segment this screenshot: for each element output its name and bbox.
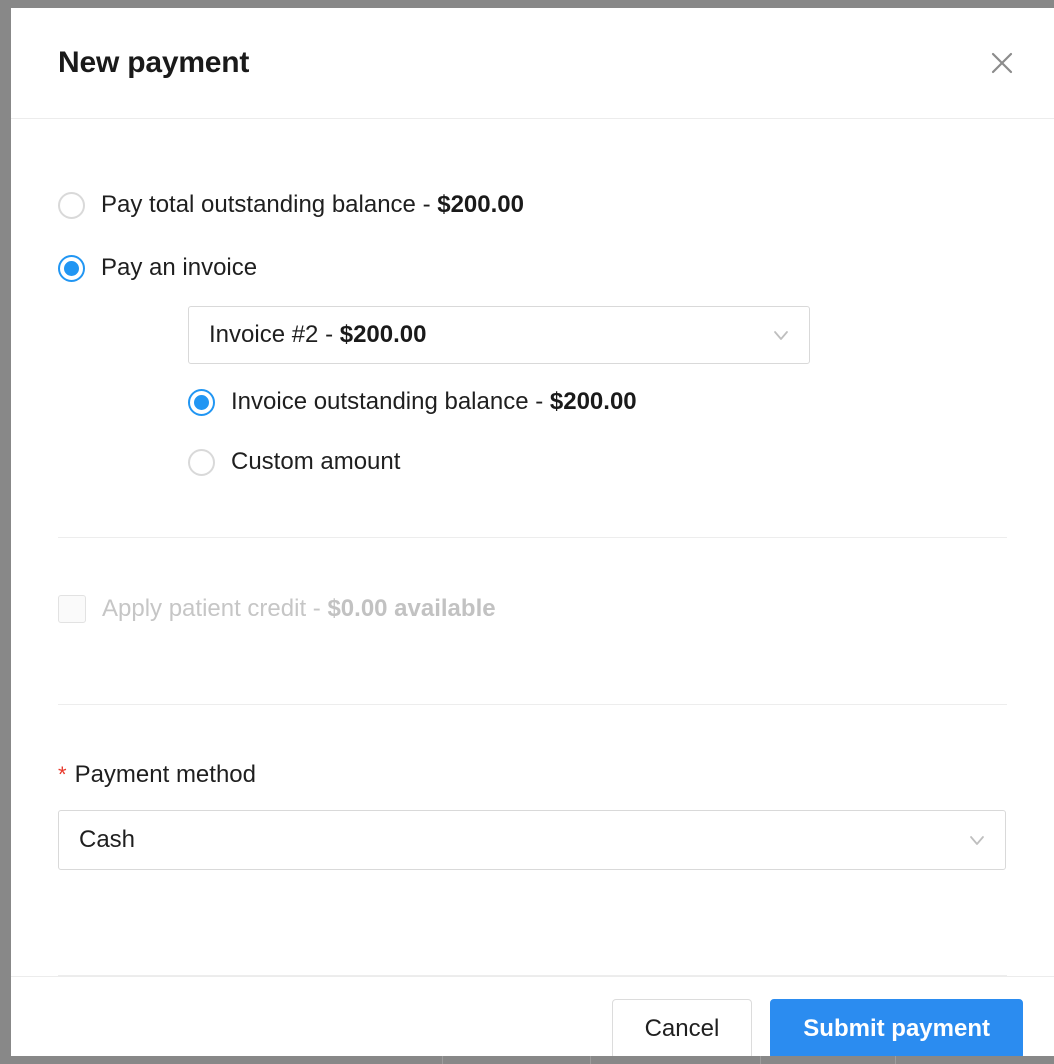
- payment-method-field: * Payment method Cash: [58, 761, 1007, 870]
- option-invoice-outstanding-balance[interactable]: Invoice outstanding balance - $200.00: [188, 384, 1007, 420]
- option-text: Pay total outstanding balance: [101, 191, 416, 218]
- checkbox-apply-patient-credit: [58, 595, 86, 623]
- modal-body: Pay total outstanding balance - $200.00 …: [11, 119, 1054, 976]
- option-separator: -: [529, 388, 550, 415]
- radio-pay-an-invoice[interactable]: [58, 255, 85, 282]
- option-label: Invoice outstanding balance - $200.00: [231, 388, 637, 416]
- option-amount: $200.00: [437, 191, 524, 218]
- payment-method-select[interactable]: Cash: [58, 810, 1006, 870]
- page-title: New payment: [58, 46, 249, 80]
- chevron-down-icon: [769, 323, 793, 347]
- payment-method-label-text: Payment method: [75, 761, 256, 789]
- option-text: Pay an invoice: [101, 254, 257, 281]
- invoice-select-value: Invoice #2 - $200.00: [209, 321, 427, 349]
- modal-footer: Cancel Submit payment: [11, 976, 1054, 1056]
- radio-invoice-outstanding-balance[interactable]: [188, 389, 215, 416]
- credit-amount: $0.00 available: [327, 595, 495, 622]
- radio-pay-total-outstanding-balance[interactable]: [58, 192, 85, 219]
- section-divider: [58, 704, 1007, 705]
- option-text: Custom amount: [231, 448, 400, 475]
- apply-patient-credit-label: Apply patient credit - $0.00 available: [102, 595, 496, 623]
- payment-method-value: Cash: [79, 826, 135, 854]
- invoice-select[interactable]: Invoice #2 - $200.00: [188, 306, 810, 364]
- section-divider: [58, 975, 1007, 976]
- option-label: Pay an invoice: [101, 254, 257, 282]
- option-pay-an-invoice[interactable]: Pay an invoice: [58, 250, 1007, 286]
- option-label: Custom amount: [231, 448, 400, 476]
- section-divider: [58, 537, 1007, 538]
- close-icon: [987, 48, 1017, 78]
- radio-custom-amount[interactable]: [188, 449, 215, 476]
- option-pay-total-outstanding-balance[interactable]: Pay total outstanding balance - $200.00: [58, 187, 1007, 223]
- submit-payment-button[interactable]: Submit payment: [770, 999, 1023, 1057]
- invoice-select-separator: -: [318, 321, 339, 348]
- option-amount: $200.00: [550, 388, 637, 415]
- chevron-down-icon: [965, 828, 989, 852]
- apply-patient-credit-row: Apply patient credit - $0.00 available: [58, 595, 1007, 623]
- credit-separator: -: [306, 595, 327, 622]
- invoice-select-amount: $200.00: [340, 321, 427, 348]
- option-separator: -: [416, 191, 437, 218]
- close-button[interactable]: [980, 41, 1024, 85]
- invoice-amount-options: Invoice outstanding balance - $200.00 Cu…: [188, 384, 1007, 480]
- cancel-button[interactable]: Cancel: [612, 999, 753, 1057]
- page-backdrop: e s C New payment: [0, 0, 1054, 1064]
- credit-text: Apply patient credit: [102, 595, 306, 622]
- new-payment-modal: New payment Pay total outstanding balanc…: [11, 8, 1054, 1056]
- option-label: Pay total outstanding balance - $200.00: [101, 191, 524, 219]
- modal-header: New payment: [11, 8, 1054, 119]
- option-custom-amount[interactable]: Custom amount: [188, 444, 1007, 480]
- payment-method-label: * Payment method: [58, 761, 1007, 789]
- option-text: Invoice outstanding balance: [231, 388, 529, 415]
- invoice-select-label: Invoice #2: [209, 321, 318, 348]
- required-asterisk: *: [58, 762, 67, 788]
